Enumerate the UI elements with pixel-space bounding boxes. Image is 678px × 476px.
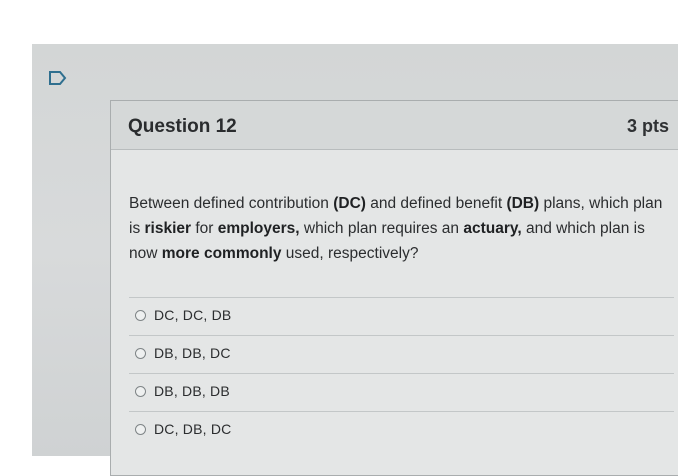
- answer-label[interactable]: DB, DB, DC: [154, 345, 231, 361]
- question-text-bold: (DB): [506, 195, 540, 212]
- question-text-part: and defined benefit: [365, 195, 507, 212]
- radio-button[interactable]: [135, 386, 146, 397]
- answer-label[interactable]: DC, DC, DB: [154, 307, 231, 323]
- answer-option[interactable]: DB, DB, DC: [129, 335, 674, 373]
- radio-button[interactable]: [135, 348, 146, 359]
- answer-option[interactable]: DB, DB, DB: [129, 373, 674, 411]
- question-text-bold: more commonly: [161, 245, 282, 262]
- question-text-bold: employers,: [217, 220, 300, 237]
- question-points: 3 pts: [626, 116, 669, 136]
- question-text: Between defined contribution (DC) and de…: [129, 191, 674, 266]
- quiz-screen: Question 12 3 pts Between defined contri…: [32, 44, 678, 476]
- answer-option[interactable]: DC, DB, DC: [129, 411, 674, 449]
- photo-background: Question 12 3 pts Between defined contri…: [0, 0, 678, 476]
- question-header: Question 12 3 pts: [111, 101, 678, 150]
- answer-option[interactable]: DC, DC, DB: [129, 297, 674, 335]
- question-text-part: for: [191, 220, 218, 237]
- flag-icon[interactable]: [48, 70, 68, 86]
- answer-label[interactable]: DC, DB, DC: [154, 421, 231, 437]
- question-text-part: which plan requires an: [299, 220, 464, 237]
- question-text-bold: (DC): [333, 195, 366, 212]
- answer-list: DC, DC, DB DB, DB, DC DB, DB, DB DC, DB,…: [129, 297, 674, 449]
- question-card: Question 12 3 pts Between defined contri…: [110, 100, 678, 476]
- question-text-bold: actuary,: [463, 220, 522, 237]
- question-text-bold: riskier: [144, 220, 192, 237]
- question-text-part: used, respectively?: [281, 245, 419, 262]
- question-title: Question 12: [128, 116, 237, 137]
- radio-button[interactable]: [135, 424, 146, 435]
- question-text-part: Between defined contribution: [129, 195, 334, 212]
- answer-label[interactable]: DB, DB, DB: [154, 383, 230, 399]
- radio-button[interactable]: [135, 310, 146, 321]
